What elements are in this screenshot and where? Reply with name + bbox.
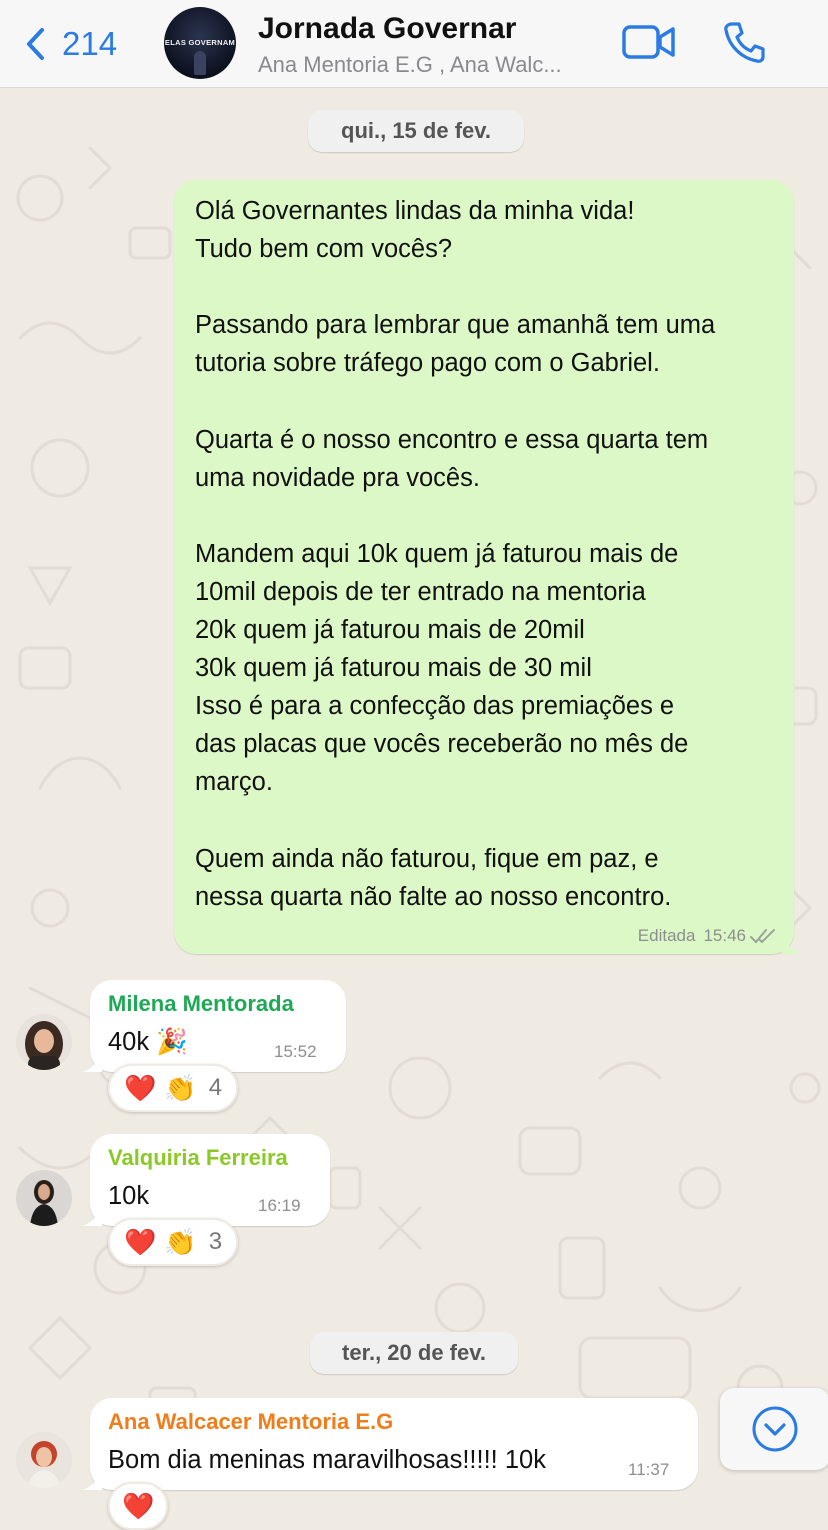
outgoing-message[interactable]: Olá Governantes lindas da minha vida! Tu… bbox=[174, 180, 802, 954]
bubble-tail bbox=[782, 934, 802, 954]
reaction-count: 3 bbox=[208, 1228, 223, 1255]
message-text: Bom dia meninas maravilhosas!!!!! 10k bbox=[108, 1446, 546, 1474]
voice-call-button[interactable] bbox=[722, 20, 766, 64]
date-separator: ter., 20 de fev. bbox=[310, 1332, 518, 1374]
message-text: 40k 🎉 bbox=[108, 1028, 188, 1056]
message-reactions[interactable]: ❤️ 👏 3 bbox=[108, 1218, 239, 1266]
incoming-message[interactable]: Ana Walcacer Mentoria E.G Bom dia menina… bbox=[82, 1398, 698, 1490]
phone-icon bbox=[724, 22, 765, 63]
message-reactions[interactable]: ❤️ 👏 4 bbox=[108, 1064, 239, 1112]
group-avatar-logo-text: ELAS GOVERNAM bbox=[164, 38, 236, 47]
group-avatar-figure bbox=[194, 51, 206, 75]
group-members: Ana Mentoria E.G , Ana Walc... bbox=[258, 52, 562, 77]
avatar-photo bbox=[16, 1170, 72, 1226]
message-time: 11:37 bbox=[628, 1460, 670, 1479]
sender-name: Ana Walcacer Mentoria E.G bbox=[108, 1409, 394, 1434]
scroll-to-bottom-button[interactable] bbox=[720, 1388, 828, 1470]
group-info[interactable]: Jornada Governar Ana Mentoria E.G , Ana … bbox=[258, 12, 618, 78]
avatar-photo bbox=[16, 1432, 72, 1488]
sender-name: Milena Mentorada bbox=[108, 991, 294, 1016]
video-camera-icon bbox=[622, 25, 675, 59]
heart-reaction-icon: ❤️ bbox=[124, 1073, 157, 1103]
heart-reaction-icon: ❤️ bbox=[124, 1227, 157, 1257]
group-title: Jornada Governar bbox=[258, 12, 517, 45]
reaction-count: 4 bbox=[208, 1074, 223, 1101]
bubble-tail bbox=[82, 1052, 102, 1072]
incoming-message[interactable]: Valquiria Ferreira 10k 16:19 bbox=[82, 1134, 330, 1226]
chat-header: 214 ELAS GOVERNAM Jornada Governar Ana M… bbox=[0, 0, 828, 88]
video-call-button[interactable] bbox=[622, 22, 676, 62]
message-meta: Editada 15:46 bbox=[638, 926, 776, 946]
message-reactions[interactable]: ❤️ bbox=[108, 1482, 169, 1530]
clap-reaction-icon: 👏 bbox=[164, 1073, 197, 1103]
avatar-photo bbox=[16, 1014, 72, 1070]
bubble-tail bbox=[82, 1470, 102, 1490]
avatar[interactable] bbox=[16, 1432, 72, 1488]
message-time: 15:52 bbox=[274, 1042, 317, 1061]
message-text: 10k bbox=[108, 1182, 150, 1210]
sender-name: Valquiria Ferreira bbox=[108, 1145, 288, 1170]
incoming-message[interactable]: Milena Mentorada 40k 🎉 15:52 bbox=[82, 980, 346, 1072]
group-avatar[interactable]: ELAS GOVERNAM bbox=[164, 7, 236, 79]
avatar[interactable] bbox=[16, 1170, 72, 1226]
bubble-tail bbox=[82, 1206, 102, 1226]
back-button[interactable]: 214 bbox=[22, 22, 117, 66]
unread-count: 214 bbox=[62, 25, 118, 62]
clap-reaction-icon: 👏 bbox=[164, 1227, 197, 1257]
message-time: 15:46 bbox=[703, 926, 746, 945]
edited-label: Editada bbox=[637, 926, 696, 945]
avatar[interactable] bbox=[16, 1014, 72, 1070]
message-time: 16:19 bbox=[258, 1196, 301, 1215]
chevron-down-icon bbox=[752, 1406, 798, 1452]
date-separator: qui., 15 de fev. bbox=[308, 110, 524, 152]
heart-reaction-icon: ❤️ bbox=[122, 1491, 155, 1521]
double-check-icon bbox=[750, 929, 775, 944]
chevron-left-icon bbox=[27, 28, 44, 60]
message-text: Olá Governantes lindas da minha vida! Tu… bbox=[195, 197, 716, 911]
